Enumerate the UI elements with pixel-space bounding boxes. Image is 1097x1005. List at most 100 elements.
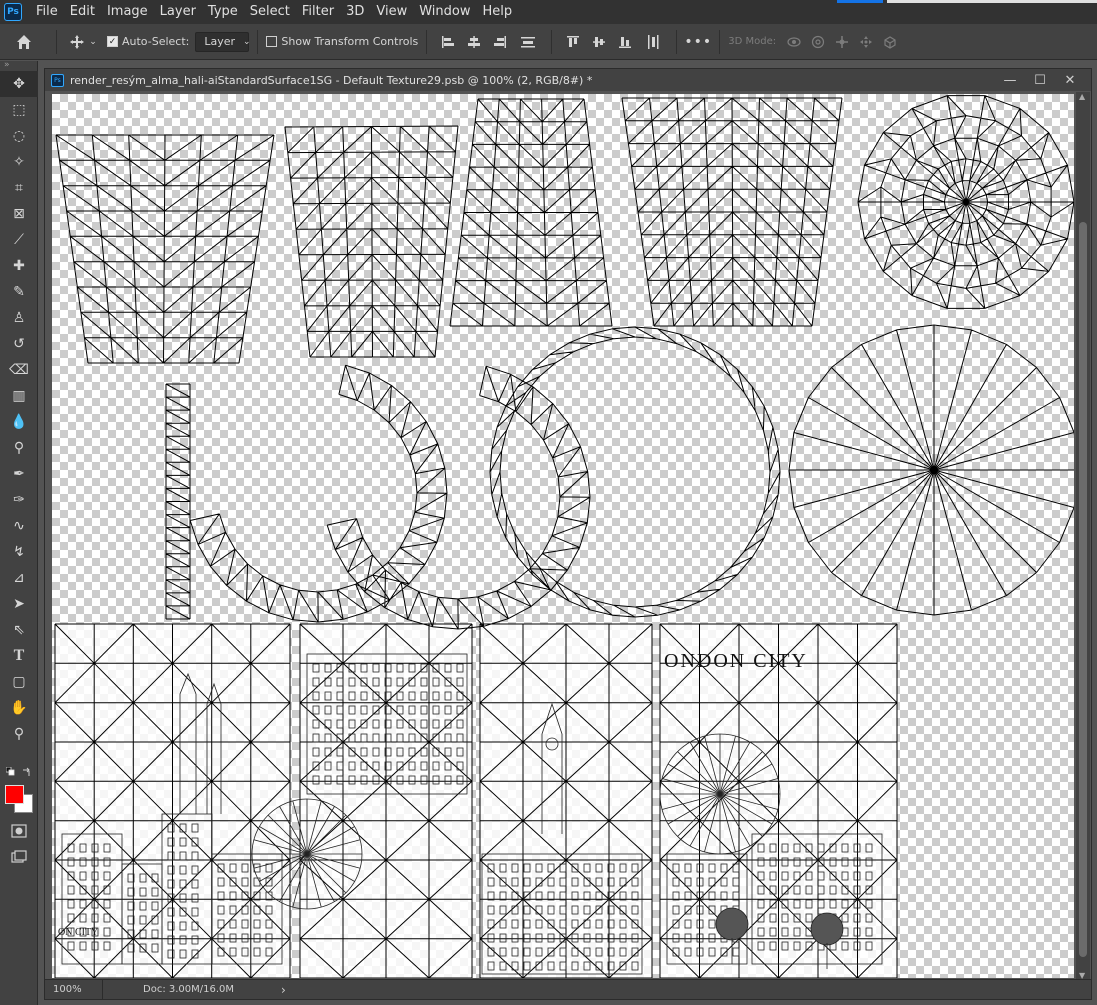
align-bottom-button[interactable] — [612, 30, 638, 54]
align-middle-v-button[interactable] — [586, 30, 612, 54]
quick-mask-button[interactable] — [0, 818, 38, 844]
align-left-button[interactable] — [435, 30, 461, 54]
distribute-button[interactable] — [513, 30, 543, 54]
eraser-tool[interactable]: ⌫ — [0, 357, 38, 383]
menu-image[interactable]: Image — [101, 0, 154, 24]
path-select-tool[interactable]: ➤ — [0, 591, 38, 617]
menu-edit[interactable]: Edit — [64, 0, 101, 24]
gradient-icon: ▥ — [12, 388, 26, 404]
home-icon — [17, 34, 31, 49]
direct-select-tool[interactable]: ⇖ — [0, 617, 38, 643]
type-tool[interactable]: T — [0, 643, 38, 669]
roll-3d-icon — [812, 35, 825, 48]
maximize-icon: ☐ — [1034, 72, 1046, 88]
menu-type[interactable]: Type — [202, 0, 244, 24]
zoom-level[interactable]: 100% — [45, 979, 103, 1000]
swap-colors-icon[interactable] — [22, 767, 32, 777]
pan-3d-button[interactable] — [830, 30, 854, 54]
type-icon: T — [13, 647, 25, 664]
status-more-button[interactable]: › — [273, 980, 294, 1000]
scale-3d-button[interactable] — [878, 30, 902, 54]
foreground-color-swatch[interactable] — [5, 785, 24, 804]
marquee-tool[interactable]: ⬚ — [0, 97, 38, 123]
history-brush-icon: ↺ — [13, 336, 25, 352]
home-button[interactable] — [0, 30, 48, 54]
lasso-tool[interactable]: ◌ — [0, 123, 38, 149]
more-options-button[interactable]: ••• — [684, 30, 713, 54]
scrollbar-thumb[interactable] — [1079, 222, 1087, 957]
vertical-scrollbar[interactable]: ▲ ▼ — [1076, 92, 1090, 980]
scroll-up-icon[interactable]: ▲ — [1079, 92, 1085, 101]
anchor-tool[interactable]: ⊿ — [0, 565, 38, 591]
menu-3d[interactable]: 3D — [340, 0, 370, 24]
frame-tool[interactable]: ⊠ — [0, 201, 38, 227]
healing-tool[interactable]: ✚ — [0, 253, 38, 279]
quick-mask-icon — [11, 824, 27, 838]
shape-tool[interactable]: ▢ — [0, 669, 38, 695]
menu-help[interactable]: Help — [477, 0, 519, 24]
clone-stamp-tool[interactable]: ♙ — [0, 305, 38, 331]
checkbox-unchecked-icon — [266, 36, 278, 47]
brush-tool[interactable]: ✎ — [0, 279, 38, 305]
move-tool-preset[interactable]: ⌄ — [65, 30, 101, 54]
orbit-3d-button[interactable] — [782, 30, 806, 54]
gradient-tool[interactable]: ▥ — [0, 383, 38, 409]
move-tool[interactable]: ✥ — [0, 71, 38, 97]
brush-icon: ✎ — [13, 284, 25, 300]
orbit-3d-icon — [787, 36, 801, 47]
canvas[interactable]: ONDON CITY ON CITY — [52, 94, 1074, 978]
show-transform-checkbox[interactable]: Show Transform Controls — [266, 30, 418, 54]
menu-filter[interactable]: Filter — [296, 0, 340, 24]
distribute-v-button[interactable] — [638, 30, 668, 54]
collapse-panel-icon[interactable]: » — [0, 61, 37, 71]
menu-window[interactable]: Window — [413, 0, 476, 24]
document-title: render_resým_alma_hali-aiStandardSurface… — [70, 73, 593, 87]
roll-3d-button[interactable] — [806, 30, 830, 54]
auto-select-checkbox[interactable]: ✓ Auto-Select: — [107, 30, 189, 54]
dodge-tool[interactable]: ⚲ — [0, 435, 38, 461]
pen-tool[interactable]: ✒ — [0, 461, 38, 487]
layer-select[interactable]: Layer ⌄ — [195, 31, 251, 52]
zoom-tool[interactable]: ⚲ — [0, 721, 38, 747]
chevron-down-icon: ⌄ — [243, 36, 251, 47]
marquee-icon: ⬚ — [12, 102, 26, 118]
pan-3d-icon — [836, 35, 849, 48]
ellipsis-icon: ••• — [684, 33, 713, 50]
hand-tool[interactable]: ✋ — [0, 695, 38, 721]
document-tab[interactable]: Ps render_resým_alma_hali-aiStandardSurf… — [45, 69, 1091, 91]
distribute-v-icon — [648, 34, 659, 49]
minimize-button[interactable]: — — [995, 69, 1025, 91]
freeform-pen-tool[interactable]: ✑ — [0, 487, 38, 513]
align-center-h-button[interactable] — [461, 30, 487, 54]
chevron-down-icon: ⌄ — [89, 36, 97, 47]
magic-wand-tool[interactable]: ✧ — [0, 149, 38, 175]
status-bar: 100% Doc: 3.00M/16.0M › — [45, 979, 1091, 1000]
auto-select-label: Auto-Select: — [122, 35, 190, 48]
zoom-icon: ⚲ — [13, 726, 25, 742]
history-brush-tool[interactable]: ↺ — [0, 331, 38, 357]
blur-tool[interactable]: 💧 — [0, 409, 38, 435]
menu-file[interactable]: File — [30, 0, 64, 24]
screen-mode-button[interactable] — [0, 844, 38, 870]
healing-icon: ✚ — [13, 258, 25, 274]
curvature-pen-tool[interactable]: ∿ — [0, 513, 38, 539]
close-button[interactable]: ✕ — [1055, 69, 1085, 91]
eyedropper-tool[interactable]: ⟋ — [0, 227, 38, 253]
toolbox: » ✥ ⬚ ◌ ✧ ⌗ ⊠ ⟋ ✚ ✎ ♙ ↺ ⌫ ▥ 💧 ⚲ ✒ ✑ ∿ ↯ ⊿ ➤ ⇖ T ▢ ✋ ⚲ — [0, 61, 38, 1005]
default-colors-icon[interactable] — [6, 767, 16, 777]
shape-icon: ▢ — [12, 674, 26, 690]
curvature-pen-icon: ∿ — [13, 518, 25, 534]
menu-select[interactable]: Select — [244, 0, 296, 24]
photoshop-logo: Ps — [4, 3, 22, 21]
eraser-icon: ⌫ — [9, 362, 29, 378]
align-top-button[interactable] — [560, 30, 586, 54]
document-window: Ps render_resým_alma_hali-aiStandardSurf… — [44, 68, 1092, 1000]
menu-layer[interactable]: Layer — [154, 0, 202, 24]
close-icon: ✕ — [1064, 72, 1076, 88]
crop-tool[interactable]: ⌗ — [0, 175, 38, 201]
menu-view[interactable]: View — [370, 0, 413, 24]
maximize-button[interactable]: ☐ — [1025, 69, 1055, 91]
content-aware-tool[interactable]: ↯ — [0, 539, 38, 565]
slide-3d-button[interactable] — [854, 30, 878, 54]
align-right-button[interactable] — [487, 30, 513, 54]
